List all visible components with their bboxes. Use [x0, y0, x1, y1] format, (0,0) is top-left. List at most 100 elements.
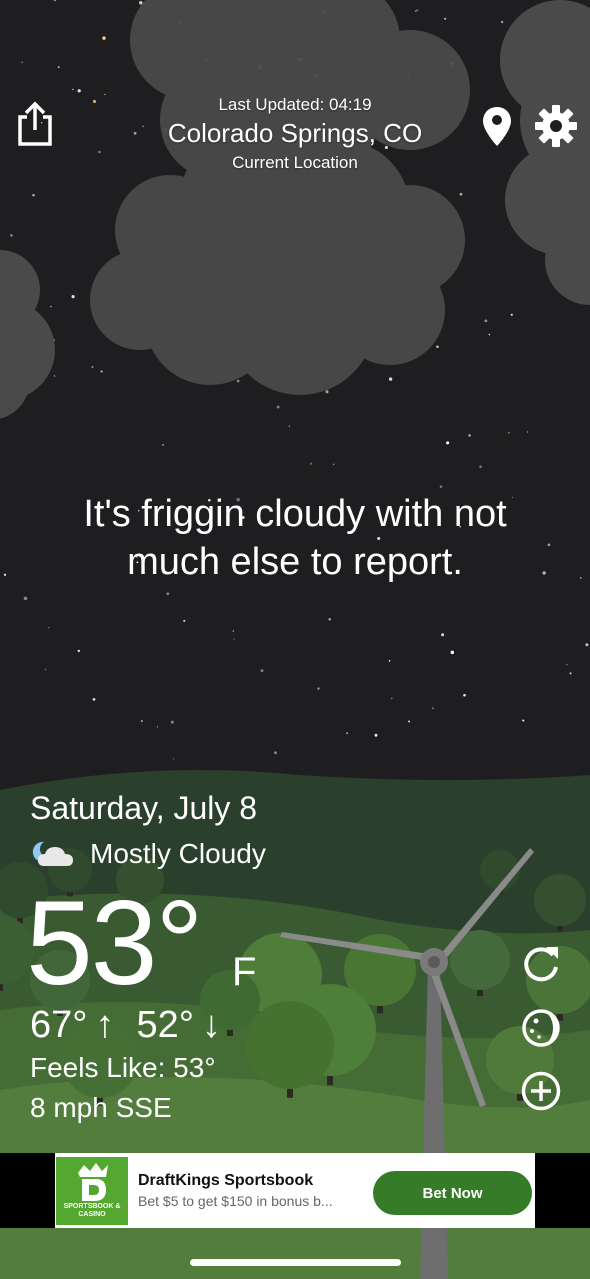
low-temp: 52° [136, 1004, 194, 1046]
star [170, 720, 174, 724]
star [141, 720, 143, 722]
ad-description: Bet $5 to get $150 in bonus b... [138, 1193, 333, 1209]
star [325, 390, 329, 394]
star [579, 577, 582, 579]
star [92, 99, 97, 104]
star [91, 366, 94, 368]
weather-background [0, 0, 590, 1279]
star [162, 444, 164, 446]
star [510, 313, 513, 316]
star [432, 707, 434, 709]
last-updated-label: Last Updated: 04:19 [218, 95, 372, 114]
star [439, 485, 443, 488]
star [32, 194, 35, 197]
star [309, 462, 313, 465]
star [479, 465, 482, 469]
star [328, 618, 331, 621]
star [57, 66, 60, 69]
star [44, 668, 47, 671]
star [522, 719, 525, 722]
star [232, 630, 235, 632]
moon-button[interactable] [520, 1007, 562, 1049]
star [388, 660, 391, 662]
add-location-button[interactable] [520, 1070, 562, 1112]
star [72, 88, 74, 91]
ad-text: DraftKings Sportsbook Bet $5 to get $150… [138, 1172, 368, 1209]
temperature-value: 53° [26, 876, 203, 1010]
star [374, 733, 378, 737]
bet-now-button[interactable]: Bet Now [373, 1171, 532, 1215]
star [500, 20, 504, 24]
star [441, 633, 445, 637]
plus-circle-icon [521, 1071, 561, 1111]
star [459, 192, 463, 196]
condition-label: Mostly Cloudy [90, 838, 266, 869]
condition-row: Mostly Cloudy [30, 836, 266, 872]
star [444, 17, 447, 20]
star [569, 672, 572, 675]
star [3, 573, 7, 576]
star [92, 698, 96, 701]
star [526, 431, 529, 433]
refresh-icon [524, 947, 558, 982]
down-arrow-icon: ↓ [201, 1004, 221, 1046]
star [274, 751, 277, 755]
star [288, 425, 291, 427]
star [408, 720, 411, 723]
partly-cloudy-night-icon [32, 841, 73, 866]
star [23, 596, 28, 601]
feels-like-label: Feels Like: 53° [30, 1052, 216, 1083]
moon-icon [522, 1009, 560, 1047]
star [416, 9, 419, 12]
location-subtitle: Current Location [232, 153, 358, 172]
gear-icon [535, 105, 577, 147]
tree-canopy [246, 1001, 334, 1089]
share-button[interactable] [16, 100, 54, 148]
star [317, 687, 320, 690]
refresh-button[interactable] [520, 943, 562, 985]
star [183, 619, 186, 623]
star [276, 405, 280, 409]
logo-text: SPORTSBOOK & CASINO [63, 1202, 121, 1218]
star [100, 370, 103, 373]
draftkings-logo: SPORTSBOOK & CASINO [56, 1156, 128, 1225]
star [233, 638, 235, 640]
star [488, 333, 491, 336]
star [102, 36, 106, 40]
star [585, 643, 589, 647]
location-button[interactable] [482, 106, 512, 148]
ad-banner[interactable]: SPORTSBOOK & CASINO DraftKings Sportsboo… [55, 1153, 535, 1228]
up-arrow-icon: ↑ [95, 1004, 115, 1046]
star [104, 93, 106, 96]
city-title[interactable]: Colorado Springs, CO [145, 118, 445, 149]
crown-logo-icon [78, 1162, 108, 1201]
weather-message: It's friggin cloudy with not much else t… [83, 493, 507, 583]
star [507, 431, 510, 434]
home-indicator[interactable] [190, 1259, 401, 1266]
star [77, 89, 81, 93]
star [414, 10, 417, 12]
settings-button[interactable] [534, 104, 578, 148]
temperature-unit[interactable]: F [232, 950, 256, 995]
star [77, 649, 81, 653]
star [566, 663, 568, 666]
date-label: Saturday, July 8 [30, 790, 258, 826]
star [48, 627, 50, 629]
star [10, 234, 13, 237]
star [484, 319, 488, 323]
star [156, 726, 159, 728]
star [463, 693, 466, 697]
star [260, 669, 264, 673]
star [71, 295, 75, 299]
ad-title: DraftKings Sportsbook [138, 1172, 314, 1189]
star [468, 434, 471, 437]
star [450, 650, 455, 655]
star [388, 377, 393, 381]
star [346, 732, 349, 735]
share-icon [18, 101, 52, 146]
star [332, 463, 335, 466]
star [173, 758, 175, 760]
star [166, 592, 170, 596]
location-pin-icon [483, 107, 511, 146]
star [436, 345, 439, 348]
